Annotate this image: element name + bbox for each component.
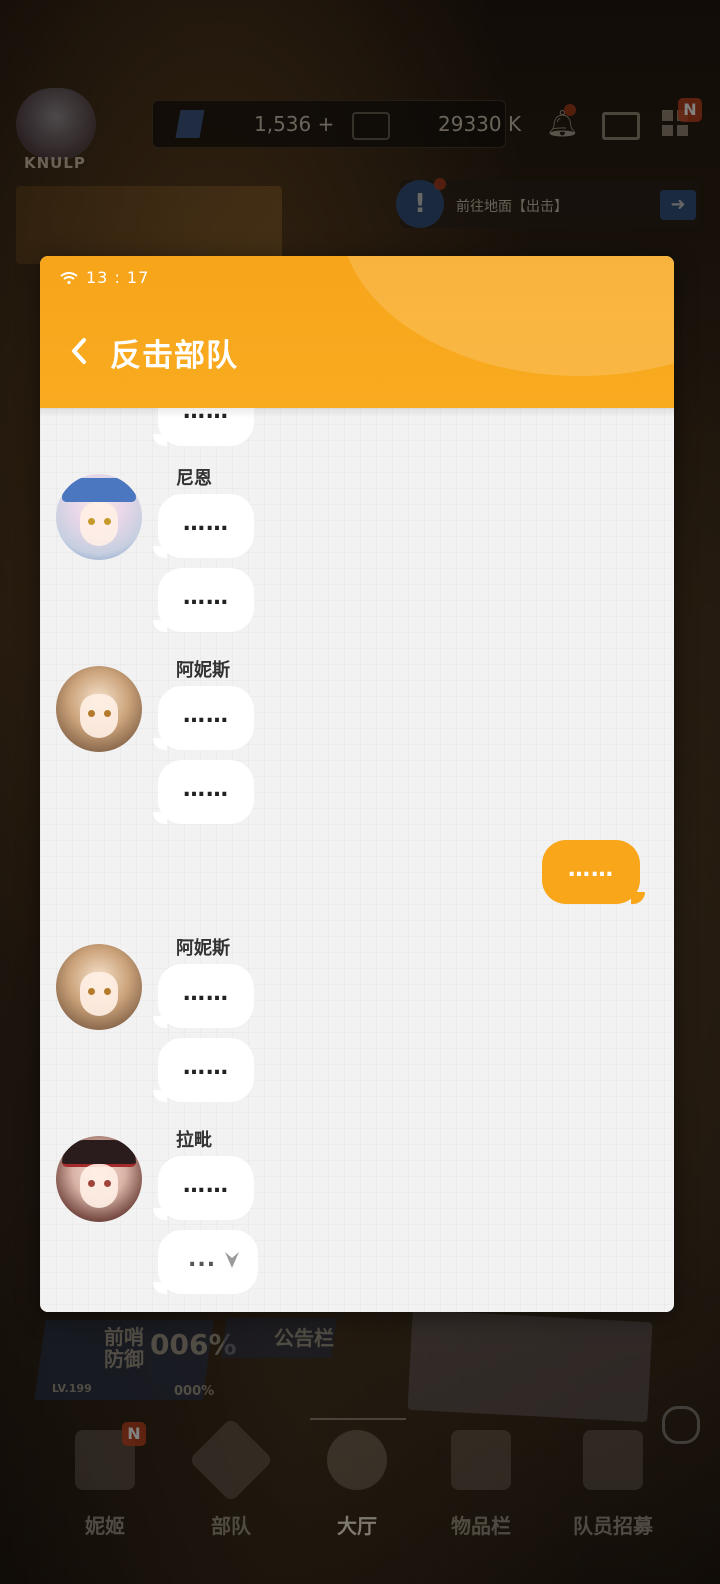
avatar-anis[interactable] xyxy=(56,944,142,1030)
sender-name: 阿妮斯 xyxy=(176,660,230,681)
chat-title: 反击部队 xyxy=(110,338,238,374)
chat-bubble-mine: …… xyxy=(542,840,645,904)
avatar-nein[interactable] xyxy=(56,474,142,560)
sender-name: 阿妮斯 xyxy=(176,938,230,959)
back-icon[interactable] xyxy=(68,336,90,366)
chat-message-list[interactable]: …… 尼恩 …… …… 阿妮斯 …… …… …… 阿妮斯 …… …… xyxy=(40,408,674,1312)
chat-bubble: …… xyxy=(153,1156,254,1220)
typing-text: ... xyxy=(188,1247,217,1272)
header-decoration xyxy=(340,256,674,376)
chat-header: 13 : 17 反击部队 xyxy=(40,256,674,408)
chat-window: …… 尼恩 …… …… 阿妮斯 …… …… …… 阿妮斯 …… …… xyxy=(40,256,674,1312)
chat-bubble: …… xyxy=(153,964,254,1028)
sender-name: 尼恩 xyxy=(176,468,212,489)
chat-bubble: …… xyxy=(153,568,254,632)
chat-bubble-typing[interactable]: ... xyxy=(153,1230,258,1294)
chat-bubble: …… xyxy=(153,686,254,750)
sender-name: 拉毗 xyxy=(176,1130,212,1151)
chevron-down-icon[interactable] xyxy=(224,1250,240,1270)
avatar-rapi[interactable] xyxy=(56,1136,142,1222)
chat-bubble: …… xyxy=(153,494,254,558)
chat-bubble: …… xyxy=(153,1038,254,1102)
wifi-icon xyxy=(60,272,78,284)
header-shadow xyxy=(40,408,674,418)
avatar-anis[interactable] xyxy=(56,666,142,752)
status-time: 13 : 17 xyxy=(86,268,150,287)
chat-bubble: …… xyxy=(153,760,254,824)
